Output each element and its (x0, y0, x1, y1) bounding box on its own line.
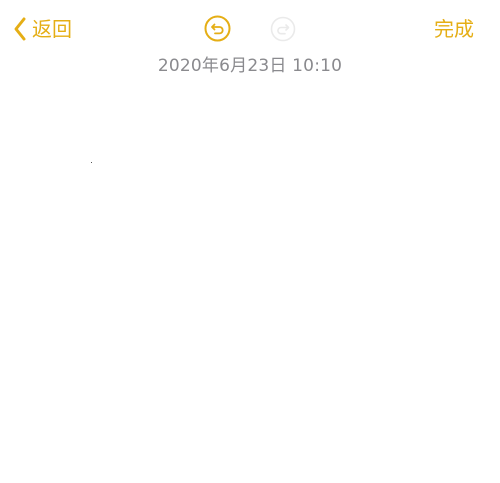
note-body-editor[interactable] (0, 90, 500, 483)
redo-button (270, 16, 296, 42)
note-editor-screen: 返回 完成 2020年6月23日 10:10 (0, 0, 500, 483)
note-timestamp: 2020年6月23日 10:10 (157, 56, 343, 76)
navigation-bar: 返回 完成 (0, 0, 500, 56)
redo-icon (270, 16, 296, 46)
chevron-left-icon (12, 16, 28, 42)
done-button[interactable]: 完成 (434, 14, 474, 44)
back-button[interactable]: 返回 (12, 14, 72, 44)
undo-icon (204, 15, 231, 46)
back-label: 返回 (32, 17, 72, 41)
undo-button[interactable] (204, 15, 231, 42)
text-cursor (91, 162, 92, 163)
